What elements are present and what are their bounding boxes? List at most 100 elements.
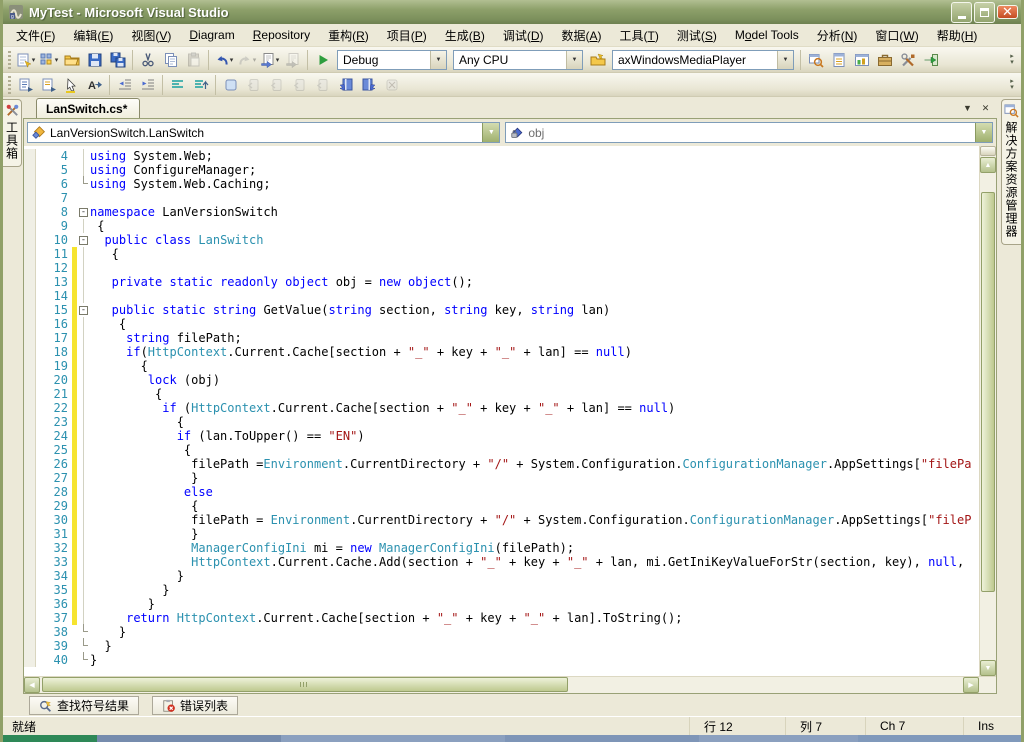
menu-refactor[interactable]: 重构(R) <box>319 24 378 47</box>
vertical-scroll-track[interactable] <box>980 173 996 660</box>
code-line: 39} <box>24 639 979 653</box>
fold-margin[interactable]: - <box>77 233 90 247</box>
vertical-scroll-thumb[interactable] <box>981 192 995 591</box>
code-line: 30filePath = Environment.CurrentDirector… <box>24 513 979 527</box>
scroll-down-button[interactable]: ▼ <box>980 660 996 676</box>
prev-bookmark-doc-button[interactable] <box>334 74 357 96</box>
active-files-dropdown-button[interactable]: ▼ <box>960 101 975 116</box>
find-combo-arrow[interactable]: ▼ <box>777 51 793 69</box>
restore-button[interactable] <box>974 2 995 23</box>
standard-toolbar-overflow[interactable]: ▸▾ <box>1005 49 1019 71</box>
fold-margin[interactable]: - <box>77 205 90 219</box>
decrease-indent-button[interactable] <box>113 74 136 96</box>
tb2-drag-grip[interactable] <box>8 76 11 94</box>
scrollbar-corner <box>979 677 996 693</box>
error-list-tab[interactable]: 错误列表 <box>152 696 238 715</box>
navigation-bar: LanVersionSwitch.LanSwitch ▼ obj ▼ <box>24 119 996 146</box>
menu-tools[interactable]: 工具(T) <box>611 24 668 47</box>
line-number: 30 <box>36 513 72 527</box>
minimize-button[interactable] <box>951 2 972 23</box>
indicator-margin <box>24 527 36 541</box>
code-editor[interactable]: 4using System.Web;5using ConfigureManage… <box>24 146 979 676</box>
close-button[interactable]: ✕ <box>997 5 1018 19</box>
comment-selection-button[interactable] <box>166 74 189 96</box>
toggle-bookmark-button[interactable] <box>219 74 242 96</box>
navigate-go-button[interactable] <box>919 49 942 71</box>
menu-debug[interactable]: 调试(D) <box>494 24 553 47</box>
platform-combo-arrow[interactable]: ▼ <box>566 51 582 69</box>
line-number: 11 <box>36 247 72 261</box>
properties-window-button[interactable] <box>827 49 850 71</box>
uncomment-selection-button[interactable] <box>189 74 212 96</box>
menu-data[interactable]: 数据(A) <box>552 24 610 47</box>
scroll-right-button[interactable]: ▶ <box>963 677 979 693</box>
display-member-list-button[interactable] <box>14 74 37 96</box>
word-completion-button[interactable]: A <box>83 74 106 96</box>
menu-repository[interactable]: Repository <box>244 25 319 45</box>
solution-explorer-panel-tab[interactable]: 解决方案资源管理器 <box>1001 99 1021 245</box>
object-browser-button[interactable] <box>850 49 873 71</box>
menu-file[interactable]: 文件(F) <box>7 24 64 47</box>
menu-view[interactable]: 视图(V) <box>122 24 180 47</box>
types-combo[interactable]: LanVersionSwitch.LanSwitch ▼ <box>27 122 500 143</box>
types-combo-arrow[interactable]: ▼ <box>482 123 499 142</box>
find-symbol-results-tab[interactable]: 查找符号结果 <box>29 696 139 715</box>
close-document-button[interactable]: ✕ <box>978 101 993 116</box>
split-window-handle[interactable] <box>980 146 996 156</box>
start-debug-button[interactable] <box>311 49 334 71</box>
cut-button[interactable] <box>136 49 159 71</box>
find-combo[interactable]: axWindowsMediaPlayer▼ <box>612 50 794 70</box>
platform-combo[interactable]: Any CPU▼ <box>453 50 583 70</box>
line-number: 23 <box>36 415 72 429</box>
copy-button[interactable] <box>159 49 182 71</box>
menu-model-tools[interactable]: Model Tools <box>726 25 808 45</box>
clear-bookmarks-button <box>380 74 403 96</box>
solution-config-combo-arrow[interactable]: ▼ <box>430 51 446 69</box>
find-in-files-button[interactable] <box>586 49 609 71</box>
navigate-backward-button[interactable]: ▾ <box>258 49 281 71</box>
add-item-button[interactable]: ▾ <box>37 49 60 71</box>
menu-test[interactable]: 测试(S) <box>668 24 726 47</box>
menu-help[interactable]: 帮助(H) <box>928 24 987 47</box>
navigate-forward-button <box>281 49 304 71</box>
parameter-info-button[interactable] <box>37 74 60 96</box>
code-line: 21{ <box>24 387 979 401</box>
solution-config-combo[interactable]: Debug▼ <box>337 50 447 70</box>
scroll-up-button[interactable]: ▲ <box>980 157 996 173</box>
save-all-button[interactable] <box>106 49 129 71</box>
indicator-margin <box>24 499 36 513</box>
tb1-drag-grip[interactable] <box>8 51 11 69</box>
document-tab[interactable]: LanSwitch.cs* <box>36 98 140 118</box>
vertical-scrollbar[interactable]: ▲ ▼ <box>979 146 996 676</box>
indicator-margin <box>24 205 36 219</box>
horizontal-scroll-track[interactable] <box>40 677 963 693</box>
menu-project[interactable]: 项目(P) <box>378 24 436 47</box>
next-bookmark-doc-button[interactable] <box>357 74 380 96</box>
fold-margin[interactable]: - <box>77 303 90 317</box>
members-combo-arrow[interactable]: ▼ <box>975 123 992 142</box>
save-button[interactable] <box>83 49 106 71</box>
tools-options-button[interactable] <box>896 49 919 71</box>
new-project-button[interactable]: ▾ <box>14 49 37 71</box>
horizontal-scrollbar[interactable]: ◀ ▶ <box>24 677 979 693</box>
standard-toolbar: ▾▾▾▾▾Debug▼Any CPU▼axWindowsMediaPlayer▼… <box>3 47 1021 73</box>
open-file-button[interactable] <box>60 49 83 71</box>
increase-indent-button[interactable] <box>136 74 159 96</box>
menu-edit[interactable]: 编辑(E) <box>64 24 122 47</box>
members-combo[interactable]: obj ▼ <box>505 122 993 143</box>
line-number: 7 <box>36 191 72 205</box>
undo-button[interactable]: ▾ <box>212 49 235 71</box>
fold-margin <box>77 387 90 401</box>
scroll-left-button[interactable]: ◀ <box>24 677 40 693</box>
solution-explorer-button[interactable] <box>804 49 827 71</box>
fold-margin <box>77 639 90 653</box>
menu-analyze[interactable]: 分析(N) <box>808 24 867 47</box>
horizontal-scroll-thumb[interactable] <box>42 677 568 692</box>
toolbox-button[interactable] <box>873 49 896 71</box>
toolbox-panel-tab[interactable]: 工具箱 <box>3 99 22 167</box>
menu-window[interactable]: 窗口(W) <box>866 24 927 47</box>
text-editor-toolbar-overflow[interactable]: ▸▾ <box>1005 74 1019 96</box>
menu-build[interactable]: 生成(B) <box>436 24 494 47</box>
menu-diagram[interactable]: Diagram <box>180 25 243 45</box>
quick-info-button[interactable] <box>60 74 83 96</box>
